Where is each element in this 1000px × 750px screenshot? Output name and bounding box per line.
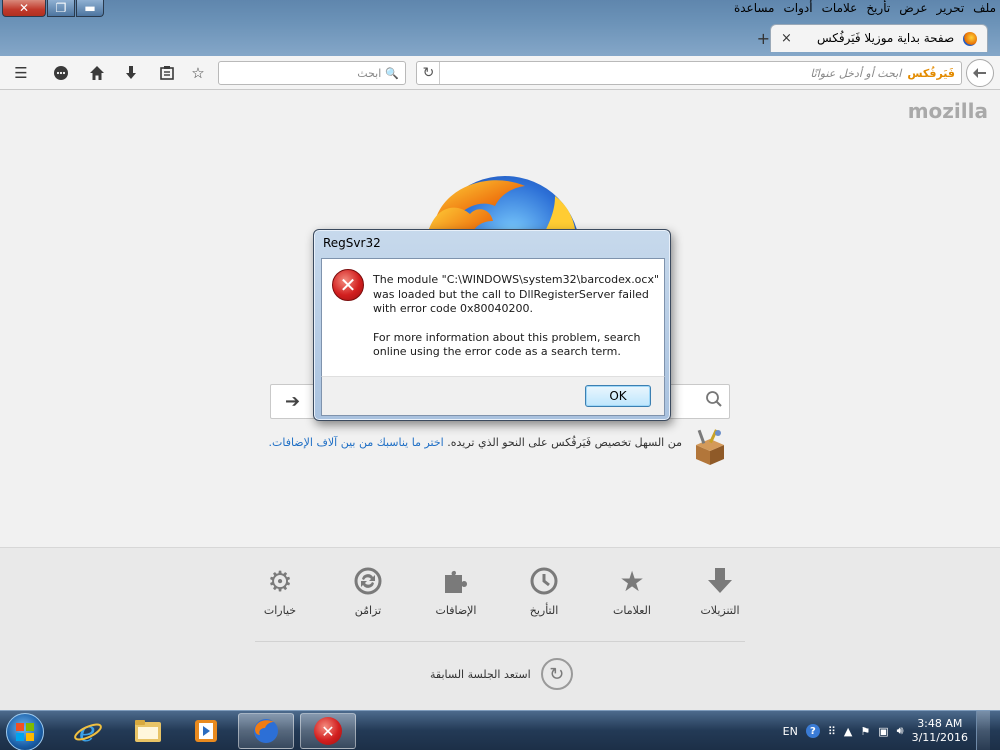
launcher-downloads-label: التنزيلات — [700, 604, 740, 617]
snippet-addons-link[interactable]: اختر ما يناسبك من بين آلاف الإضافات. — [268, 436, 443, 449]
taskbar-regsvr32-button[interactable]: ✕ — [300, 713, 356, 749]
menu-bar: ملف تحرير عرض تأريخ علامات أدوات مساعدة — [734, 1, 996, 15]
dialog-footer: OK — [321, 376, 665, 416]
home-icon[interactable] — [86, 62, 108, 84]
menu-hamburger-icon[interactable]: ☰ — [10, 62, 32, 84]
pen-input-icon[interactable]: ⠿ — [828, 725, 836, 738]
menu-bookmarks[interactable]: علامات — [822, 1, 858, 15]
error-taskbar-icon: ✕ — [314, 717, 342, 745]
navigation-toolbar: ☰ ☆ 🔍 ابحث فَيَرفُكس ابحث أو أدخل عنوانً… — [0, 56, 1000, 90]
search-bar[interactable]: 🔍 ابحث — [218, 61, 406, 85]
sync-icon — [351, 564, 385, 598]
launcher-divider — [255, 641, 745, 642]
new-tab-button[interactable]: + — [757, 29, 770, 48]
search-magnifier-icon — [705, 390, 723, 413]
clock-time: 3:48 AM — [917, 717, 963, 730]
launcher-bookmarks-label: العلامات — [613, 604, 651, 617]
show-desktop-button[interactable] — [976, 711, 990, 750]
menu-tools[interactable]: أدوات — [784, 1, 813, 15]
firefox-taskbar-icon — [254, 719, 278, 743]
taskbar-explorer-button[interactable] — [120, 713, 176, 749]
menu-edit[interactable]: تحرير — [937, 1, 965, 15]
network-icon[interactable]: ▣ — [878, 725, 888, 738]
windows-logo-icon — [16, 723, 34, 741]
launcher-bar: التنزيلات ★ العلامات التأريخ الإضافات تز… — [0, 547, 1000, 710]
taskbar-firefox-button[interactable] — [238, 713, 294, 749]
launcher-sync-label: تزامُن — [354, 604, 382, 617]
dialog-body: ✕ The module "C:\WINDOWS\system32\barcod… — [321, 258, 665, 376]
internet-explorer-icon: e — [74, 716, 102, 746]
bookmark-star-icon[interactable]: ☆ — [187, 62, 209, 84]
taskbar: e ✕ EN ? ⠿ ▲ ⚑ ▣ 🔊︎ 3:48 AM 3/11/2016 — [0, 710, 1000, 750]
tab-close-button[interactable]: × — [781, 31, 792, 46]
screen: ✕ ❐ ▬ ملف تحرير عرض تأريخ علامات أدوات م… — [0, 0, 1000, 750]
title-bar: ✕ ❐ ▬ ملف تحرير عرض تأريخ علامات أدوات م… — [0, 0, 1000, 58]
dialog-message: The module "C:\WINDOWS\system32\barcodex… — [373, 273, 661, 374]
taskbar-ie-button[interactable]: e — [60, 713, 116, 749]
launcher-history-label: التأريخ — [529, 604, 559, 617]
restore-session-label: استعد الجلسة السابقة — [430, 667, 531, 681]
clock[interactable]: 3:48 AM 3/11/2016 — [912, 717, 968, 745]
window-close-button[interactable]: ✕ — [2, 0, 46, 17]
folder-icon — [135, 720, 161, 742]
gear-icon: ⚙ — [267, 564, 293, 598]
search-bar-placeholder: ابحث — [357, 66, 382, 80]
menu-file[interactable]: ملف — [973, 1, 996, 15]
addons-snippet: من السهل تخصيص فَيَرفُكس على النحو الذي … — [268, 436, 682, 449]
language-indicator[interactable]: EN — [783, 725, 798, 738]
launcher-sync[interactable]: تزامُن — [333, 564, 403, 617]
launcher-options-label: خيارات — [263, 604, 297, 617]
snippet-text: من السهل تخصيص فَيَرفُكس على النحو الذي … — [443, 436, 682, 449]
action-center-icon[interactable]: ⚑ — [860, 725, 870, 738]
addons-box-icon — [696, 429, 724, 465]
bookmarks-list-icon[interactable] — [156, 62, 178, 84]
restore-session-icon: ↻ — [540, 658, 573, 690]
firefox-favicon-icon — [963, 31, 977, 46]
taskbar-media-button[interactable] — [178, 713, 234, 749]
error-icon: ✕ — [332, 269, 364, 301]
star-icon: ★ — [619, 564, 645, 598]
mozilla-wordmark: mozilla — [907, 99, 988, 123]
show-hidden-icons-button[interactable]: ▲ — [844, 725, 852, 738]
launcher-bookmarks[interactable]: ★ العلامات — [597, 564, 667, 618]
ok-button[interactable]: OK — [585, 385, 651, 407]
dialog-message-line-2: For more information about this problem,… — [373, 330, 641, 359]
tab-title: صفحة بداية موزيلا فَيَرفُكس — [816, 31, 955, 46]
volume-icon[interactable]: 🔊︎ — [897, 724, 904, 738]
window-minimize-button[interactable]: ▬ — [76, 0, 104, 17]
regsvr32-error-dialog: RegSvr32 ✕ The module "C:\WINDOWS\system… — [313, 229, 671, 421]
back-button[interactable] — [966, 59, 994, 87]
url-identity-label: فَيَرفُكس — [907, 66, 955, 80]
launcher-addons[interactable]: الإضافات — [421, 564, 491, 617]
search-small-glass-icon: 🔍 — [385, 66, 399, 80]
clock-icon — [527, 564, 561, 598]
puzzle-icon — [439, 564, 473, 598]
restore-session-button[interactable]: ↻ استعد الجلسة السابقة — [430, 658, 573, 690]
tab-label-wrap: صفحة بداية موزيلا فَيَرفُكس — [817, 31, 977, 46]
launcher-history[interactable]: التأريخ — [509, 564, 579, 617]
media-player-icon — [195, 720, 217, 742]
url-bar-placeholder: ابحث أو أدخل عنوانًا — [810, 66, 902, 80]
download-icon — [703, 564, 737, 598]
menu-history[interactable]: تأريخ — [866, 1, 890, 15]
url-bar[interactable]: فَيَرفُكس ابحث أو أدخل عنوانًا — [416, 61, 962, 85]
chat-icon[interactable] — [50, 62, 72, 84]
system-tray: EN ? ⠿ ▲ ⚑ ▣ 🔊︎ 3:48 AM 3/11/2016 — [783, 711, 1000, 750]
menu-help[interactable]: مساعدة — [734, 1, 775, 15]
downloads-icon[interactable] — [120, 62, 142, 84]
launcher-downloads[interactable]: التنزيلات — [685, 564, 755, 617]
menu-view[interactable]: عرض — [899, 1, 927, 15]
help-icon[interactable]: ? — [805, 724, 820, 738]
launcher-addons-label: الإضافات — [435, 604, 477, 617]
launcher-options[interactable]: ⚙ خيارات — [245, 564, 315, 618]
reload-icon[interactable]: ↻ — [418, 62, 440, 84]
start-button[interactable] — [6, 713, 44, 750]
dialog-message-line-1: The module "C:\WINDOWS\system32\barcodex… — [373, 273, 660, 315]
dialog-title: RegSvr32 — [323, 236, 381, 250]
window-restore-button[interactable]: ❐ — [47, 0, 75, 17]
tab-start-page[interactable]: صفحة بداية موزيلا فَيَرفُكس × — [770, 24, 988, 52]
clock-date: 3/11/2016 — [911, 731, 968, 744]
search-go-button[interactable]: ➔ — [271, 385, 315, 418]
